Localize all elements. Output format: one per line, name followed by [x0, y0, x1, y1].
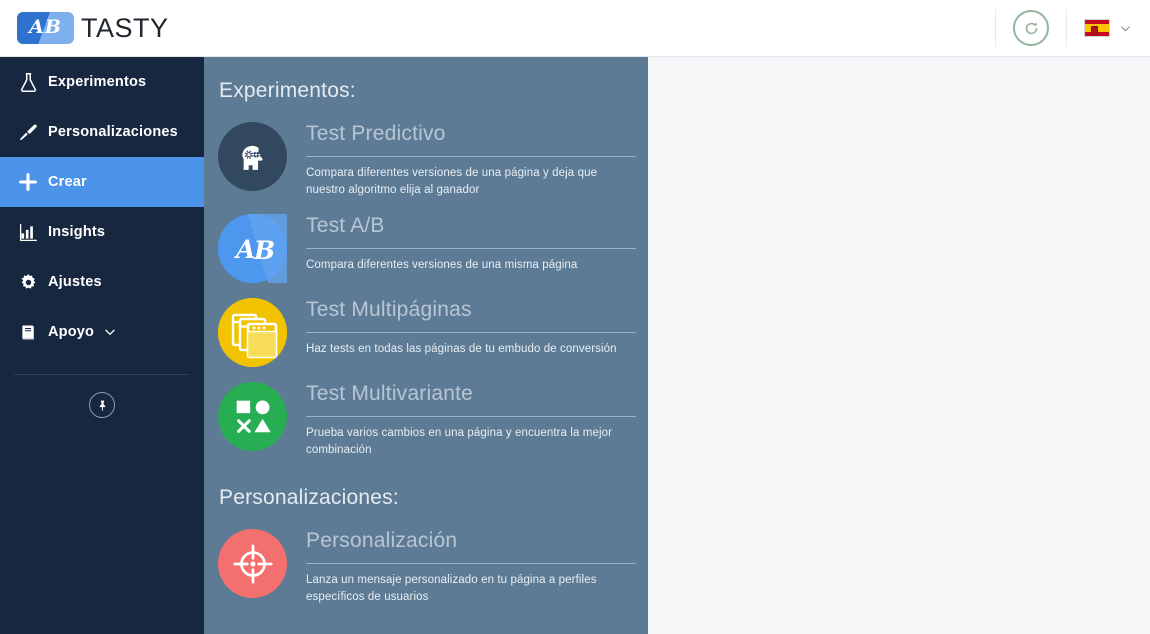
card-title: Test A/B — [306, 213, 385, 237]
card-body: Test Multivariante Prueba varios cambios… — [306, 379, 636, 459]
sidebar-divider — [14, 374, 190, 375]
app-root: AB TASTY Experimentos Personalizaciones … — [0, 0, 1150, 634]
card-divider — [306, 563, 636, 565]
sidebar-item-label: Insights — [48, 224, 106, 240]
bar-chart-icon — [8, 222, 48, 243]
card-title: Test Multipáginas — [306, 297, 472, 321]
card-test-predictivo[interactable]: Test Predictivo Compara diferentes versi… — [204, 113, 648, 205]
gear-icon — [8, 272, 48, 293]
refresh-button[interactable] — [1013, 10, 1049, 46]
plus-icon — [8, 171, 48, 193]
pin-sidebar-button[interactable] — [89, 392, 115, 418]
card-test-ab[interactable]: A B Test A/B Compara diferentes versione… — [204, 205, 648, 289]
pin-icon — [99, 400, 105, 411]
section-title-personalizaciones: Personalizaciones: — [219, 486, 399, 510]
header-actions — [995, 0, 1150, 57]
sidebar-pin-area — [0, 392, 204, 418]
card-divider — [306, 415, 636, 417]
chevron-down-icon[interactable] — [103, 325, 117, 339]
sidebar-item-label: Experimentos — [48, 74, 147, 90]
card-divider — [306, 331, 636, 333]
card-divider — [306, 247, 636, 249]
top-header: AB TASTY — [0, 0, 1150, 57]
brand-name: TASTY — [81, 12, 169, 43]
flask-icon — [8, 72, 48, 93]
paintbrush-icon — [8, 122, 48, 143]
card-description: Compara diferentes versiones de una pági… — [306, 167, 598, 196]
svg-text:A: A — [234, 235, 255, 264]
ab-logo-mark-text: AB — [29, 15, 62, 38]
sidebar-item-insights[interactable]: Insights — [0, 207, 204, 257]
card-test-multivariante[interactable]: Test Multivariante Prueba varios cambios… — [204, 373, 648, 465]
card-title: Test Predictivo — [306, 122, 446, 145]
shapes-icon — [218, 381, 287, 451]
sidebar-item-label: Personalizaciones — [48, 124, 178, 140]
main-content-area — [648, 57, 1150, 634]
card-body: Test Multipáginas Haz tests en todas las… — [306, 295, 636, 358]
sidebar-item-label: Ajustes — [48, 274, 102, 290]
create-panel[interactable]: Experimentos: Test Predictivo Compara di… — [204, 57, 648, 634]
card-title: Personalización — [306, 529, 458, 553]
sidebar-nav: Experimentos Personalizaciones Crear Ins… — [0, 57, 204, 634]
card-body: Test A/B Compara diferentes versiones de… — [306, 211, 636, 274]
card-body: Test Predictivo Compara diferentes versi… — [306, 119, 636, 199]
card-divider — [306, 156, 636, 158]
language-selector[interactable] — [1084, 19, 1132, 37]
panel-bottom-spacer — [204, 612, 648, 630]
multipage-windows-icon — [218, 297, 287, 367]
header-divider-1 — [995, 9, 996, 47]
sidebar-item-apoyo[interactable]: Apoyo — [0, 307, 204, 357]
card-description: Haz tests en todas las páginas de tu emb… — [306, 342, 617, 355]
chevron-down-icon — [1121, 25, 1130, 31]
refresh-icon — [1025, 21, 1037, 34]
svg-text:B: B — [253, 236, 275, 265]
card-description: Compara diferentes versiones de una mism… — [306, 258, 578, 271]
sidebar-item-label: Apoyo — [48, 324, 95, 340]
sidebar-item-experimentos[interactable]: Experimentos — [0, 57, 204, 107]
crosshair-target-icon — [218, 529, 287, 599]
card-personalizacion[interactable]: Personalización Lanza un mensaje persona… — [204, 520, 648, 612]
card-body: Personalización Lanza un mensaje persona… — [306, 526, 636, 606]
sidebar-item-crear[interactable]: Crear — [0, 157, 204, 207]
ab-icon: A B — [218, 213, 287, 283]
sidebar-item-label: Crear — [48, 174, 87, 190]
brand-logo[interactable]: AB TASTY — [17, 12, 169, 44]
flag-spain-icon — [1084, 19, 1110, 37]
ab-logo-mark: AB — [17, 12, 74, 44]
header-divider-2 — [1066, 9, 1067, 47]
card-description: Prueba varios cambios en una página y en… — [306, 426, 613, 456]
sidebar-item-personalizaciones[interactable]: Personalizaciones — [0, 107, 204, 157]
sidebar-item-ajustes[interactable]: Ajustes — [0, 257, 204, 307]
card-test-multipaginas[interactable]: Test Multipáginas Haz tests en todas las… — [204, 289, 648, 373]
book-icon — [8, 322, 48, 343]
card-description: Lanza un mensaje personalizado en tu pág… — [306, 574, 597, 604]
card-title: Test Multivariante — [306, 381, 473, 405]
brain-head-icon — [218, 122, 287, 191]
section-title-experimentos: Experimentos: — [219, 79, 356, 102]
